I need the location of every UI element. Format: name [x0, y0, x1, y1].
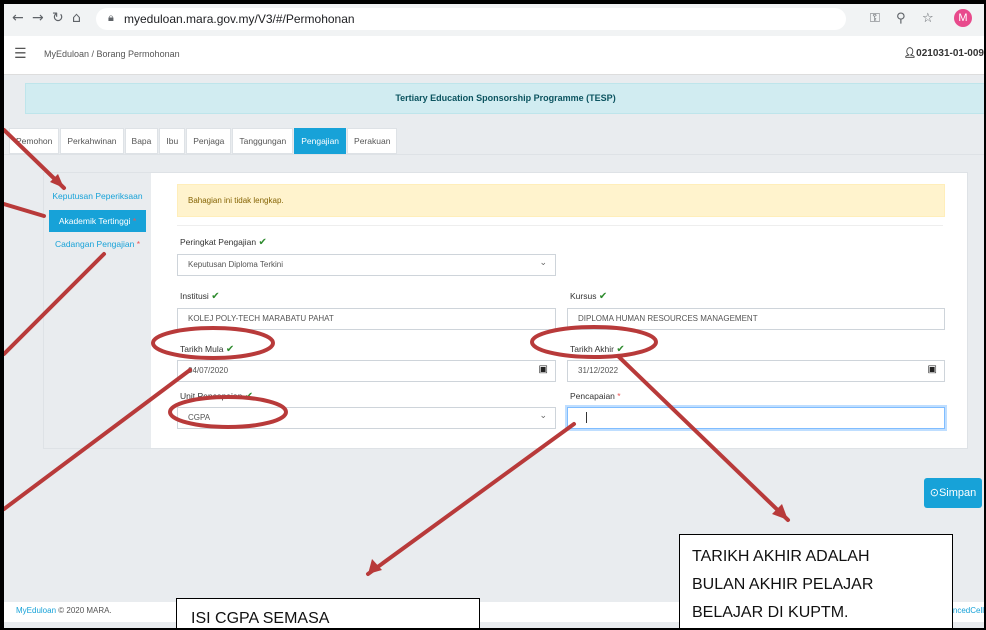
annotation-arrow-cgpa	[366, 422, 576, 576]
screenshot-frame: ← → ↻ ⌂ 🔒︎ myeduloan.mara.gov.my/V3/#/Pe…	[4, 4, 984, 628]
annotation-arrow-tarikh-mula	[4, 368, 192, 511]
annotation-note-tarikh-akhir: TARIKH AKHIR ADALAH BULAN AKHIR PELAJAR …	[679, 534, 953, 628]
annotation-arrow-cadangan	[4, 252, 106, 356]
annotation-ellipse-tarikh-mula	[151, 326, 275, 360]
annotation-arrow-akademik	[4, 202, 46, 218]
annotation-arrow-tarikh-akhir	[616, 354, 790, 522]
annotation-ellipse-cgpa	[168, 395, 288, 429]
annotation-ellipse-tarikh-akhir	[530, 325, 658, 359]
annotation-note-cgpa: ISI CGPA SEMASA	[176, 598, 480, 628]
